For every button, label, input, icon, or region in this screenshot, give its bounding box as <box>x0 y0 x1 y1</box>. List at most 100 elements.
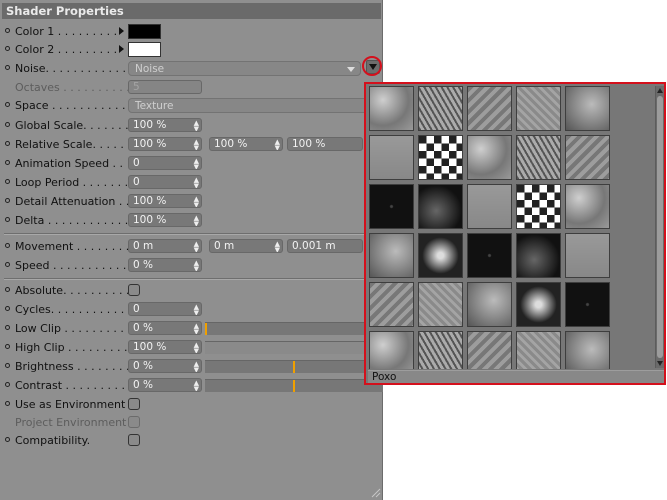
noise-thumbnail[interactable] <box>418 184 463 229</box>
spinner-arrows-icon[interactable]: ▲ ▼ <box>194 260 199 272</box>
keyframe-dot-icon[interactable] <box>5 217 10 222</box>
noise-thumbnail[interactable] <box>369 282 414 327</box>
noise-thumbnail[interactable] <box>467 282 512 327</box>
delta-field[interactable]: 100 % ▲ ▼ <box>128 213 202 227</box>
spinner-arrows-icon[interactable]: ▲ ▼ <box>194 196 199 208</box>
keyframe-dot-icon[interactable] <box>5 198 10 203</box>
noise-thumbnail[interactable] <box>565 135 610 180</box>
keyframe-dot-icon[interactable] <box>5 437 10 442</box>
noise-thumbnail[interactable] <box>565 233 610 278</box>
expand-triangle-icon[interactable] <box>119 27 124 35</box>
low-clip-slider[interactable] <box>205 322 383 335</box>
spinner-arrows-icon[interactable]: ▲ ▼ <box>194 380 199 392</box>
spinner-arrows-icon[interactable]: ▲ ▼ <box>194 241 199 253</box>
noise-thumbnail[interactable] <box>467 331 512 369</box>
noise-thumbnail[interactable] <box>369 184 414 229</box>
keyframe-dot-icon[interactable] <box>5 306 10 311</box>
spinner-arrows-icon[interactable]: ▲ ▼ <box>275 241 280 253</box>
keyframe-dot-icon[interactable] <box>5 122 10 127</box>
spinner-arrows-icon[interactable]: ▲ ▼ <box>194 361 199 373</box>
global-scale-field[interactable]: 100 % ▲ ▼ <box>128 118 202 132</box>
noise-thumbnail[interactable] <box>516 331 561 369</box>
detail-attenuation-field[interactable]: 100 % ▲ ▼ <box>128 194 202 208</box>
noise-thumbnail[interactable] <box>467 86 512 131</box>
spinner-arrows-icon[interactable]: ▲ ▼ <box>194 139 199 151</box>
relative-scale-y-field[interactable]: 100 % ▲ ▼ <box>209 137 283 151</box>
keyframe-dot-icon[interactable] <box>5 325 10 330</box>
high-clip-field[interactable]: 100 % ▲ ▼ <box>128 340 202 354</box>
speed-field[interactable]: 0 % ▲ ▼ <box>128 258 202 272</box>
resize-grip-icon[interactable] <box>369 486 381 498</box>
absolute-checkbox[interactable] <box>128 284 140 296</box>
keyframe-dot-icon[interactable] <box>5 382 10 387</box>
animation-speed-field[interactable]: 0 ▲ ▼ <box>128 156 202 170</box>
noise-thumbnail[interactable] <box>369 135 414 180</box>
noise-thumbnail[interactable] <box>516 282 561 327</box>
keyframe-dot-icon[interactable] <box>5 102 10 107</box>
contrast-slider[interactable] <box>205 379 383 392</box>
contrast-slider-marker[interactable] <box>293 380 295 392</box>
keyframe-dot-icon[interactable] <box>5 262 10 267</box>
noise-dropdown[interactable]: Noise <box>128 61 361 76</box>
noise-thumbnail[interactable] <box>418 331 463 369</box>
space-dropdown[interactable]: Texture <box>128 98 383 113</box>
scrollbar-thumb[interactable] <box>657 96 663 358</box>
noise-thumbnail[interactable] <box>516 184 561 229</box>
noise-thumbnail[interactable] <box>418 86 463 131</box>
low-clip-field[interactable]: 0 % ▲ ▼ <box>128 321 202 335</box>
keyframe-dot-icon[interactable] <box>5 179 10 184</box>
keyframe-dot-icon[interactable] <box>5 141 10 146</box>
compat-checkbox[interactable] <box>128 434 140 446</box>
relative-scale-x-field[interactable]: 100 % ▲ ▼ <box>128 137 202 151</box>
noise-thumbnail[interactable] <box>467 184 512 229</box>
movement-x-field[interactable]: 0 m ▲ ▼ <box>128 239 202 253</box>
noise-thumbnail[interactable] <box>565 86 610 131</box>
noise-thumbnail[interactable] <box>516 86 561 131</box>
keyframe-dot-icon[interactable] <box>5 344 10 349</box>
contrast-field[interactable]: 0 % ▲ ▼ <box>128 378 202 392</box>
expand-triangle-icon[interactable] <box>119 45 124 53</box>
noise-thumbnail[interactable] <box>467 233 512 278</box>
keyframe-dot-icon[interactable] <box>5 243 10 248</box>
spinner-arrows-icon[interactable]: ▲ ▼ <box>194 177 199 189</box>
noise-thumbnail[interactable] <box>369 86 414 131</box>
spinner-arrows-icon[interactable]: ▲ ▼ <box>194 158 199 170</box>
keyframe-dot-icon[interactable] <box>5 363 10 368</box>
use-env-checkbox[interactable] <box>128 398 140 410</box>
keyframe-dot-icon[interactable] <box>5 65 10 70</box>
loop-period-field[interactable]: 0 ▲ ▼ <box>128 175 202 189</box>
keyframe-dot-icon[interactable] <box>5 287 10 292</box>
noise-thumbnail[interactable] <box>565 331 610 369</box>
movement-y-field[interactable]: 0 m ▲ ▼ <box>209 239 283 253</box>
movement-z-field[interactable]: 0.001 m <box>287 239 363 253</box>
noise-thumbnail[interactable] <box>418 135 463 180</box>
cycles-field[interactable]: 0 ▲ ▼ <box>128 302 202 316</box>
spinner-arrows-icon[interactable]: ▲ ▼ <box>194 304 199 316</box>
noise-thumbnail[interactable] <box>369 331 414 369</box>
keyframe-dot-icon[interactable] <box>5 160 10 165</box>
keyframe-dot-icon[interactable] <box>5 401 10 406</box>
brightness-slider[interactable] <box>205 360 383 373</box>
spinner-arrows-icon[interactable]: ▲ ▼ <box>194 323 199 335</box>
noise-thumbnail[interactable] <box>516 233 561 278</box>
low-clip-slider-marker[interactable] <box>205 323 207 335</box>
noise-thumbnail[interactable] <box>565 184 610 229</box>
relative-scale-z-field[interactable]: 100 % <box>287 137 363 151</box>
spinner-arrows-icon[interactable]: ▲ ▼ <box>275 139 280 151</box>
spinner-arrows-icon[interactable]: ▲ ▼ <box>194 120 199 132</box>
scroll-down-icon[interactable] <box>657 361 663 366</box>
brightness-field[interactable]: 0 % ▲ ▼ <box>128 359 202 373</box>
noise-thumbnail[interactable] <box>467 135 512 180</box>
noise-thumbnail[interactable] <box>516 135 561 180</box>
spinner-arrows-icon[interactable]: ▲ ▼ <box>194 342 199 354</box>
popup-scrollbar[interactable] <box>655 86 664 368</box>
color1-swatch[interactable] <box>128 24 161 39</box>
noise-thumbnail[interactable] <box>369 233 414 278</box>
noise-thumbnail[interactable] <box>565 282 610 327</box>
noise-thumbnail[interactable] <box>418 233 463 278</box>
keyframe-dot-icon[interactable] <box>5 46 10 51</box>
noise-thumbnail[interactable] <box>418 282 463 327</box>
scroll-up-icon[interactable] <box>657 88 663 93</box>
high-clip-slider[interactable] <box>205 341 383 354</box>
spinner-arrows-icon[interactable]: ▲ ▼ <box>194 215 199 227</box>
